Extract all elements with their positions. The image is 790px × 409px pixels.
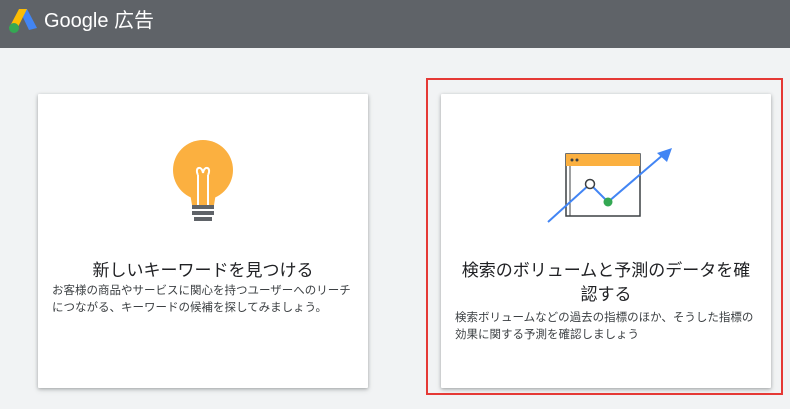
search-volume-forecast-card[interactable]: 検索のボリュームと予測のデータを確認する 検索ボリュームなどの過去の指標のほか、… [441,94,771,388]
card-description: お客様の商品やサービスに関心を持つユーザーへのリーチにつながる、キーワードの候補… [52,283,351,314]
chart-trend-icon [547,148,672,223]
card-title: 検索のボリュームと予測のデータを確認する [461,261,751,305]
card-description: 検索ボリュームなどの過去の指標のほか、そうした指標の効果に関する予測を確認しまし… [455,310,754,341]
google-ads-logo-icon[interactable] [8,8,38,34]
lightbulb-icon [173,140,233,221]
find-keywords-card[interactable]: 新しいキーワードを見つける お客様の商品やサービスに関心を持つユーザーへのリーチ… [38,94,368,388]
app-title[interactable]: Google 広告 [44,9,154,33]
card-title: 新しいキーワードを見つける [92,261,314,281]
top-bar: Google 広告 [0,0,790,48]
